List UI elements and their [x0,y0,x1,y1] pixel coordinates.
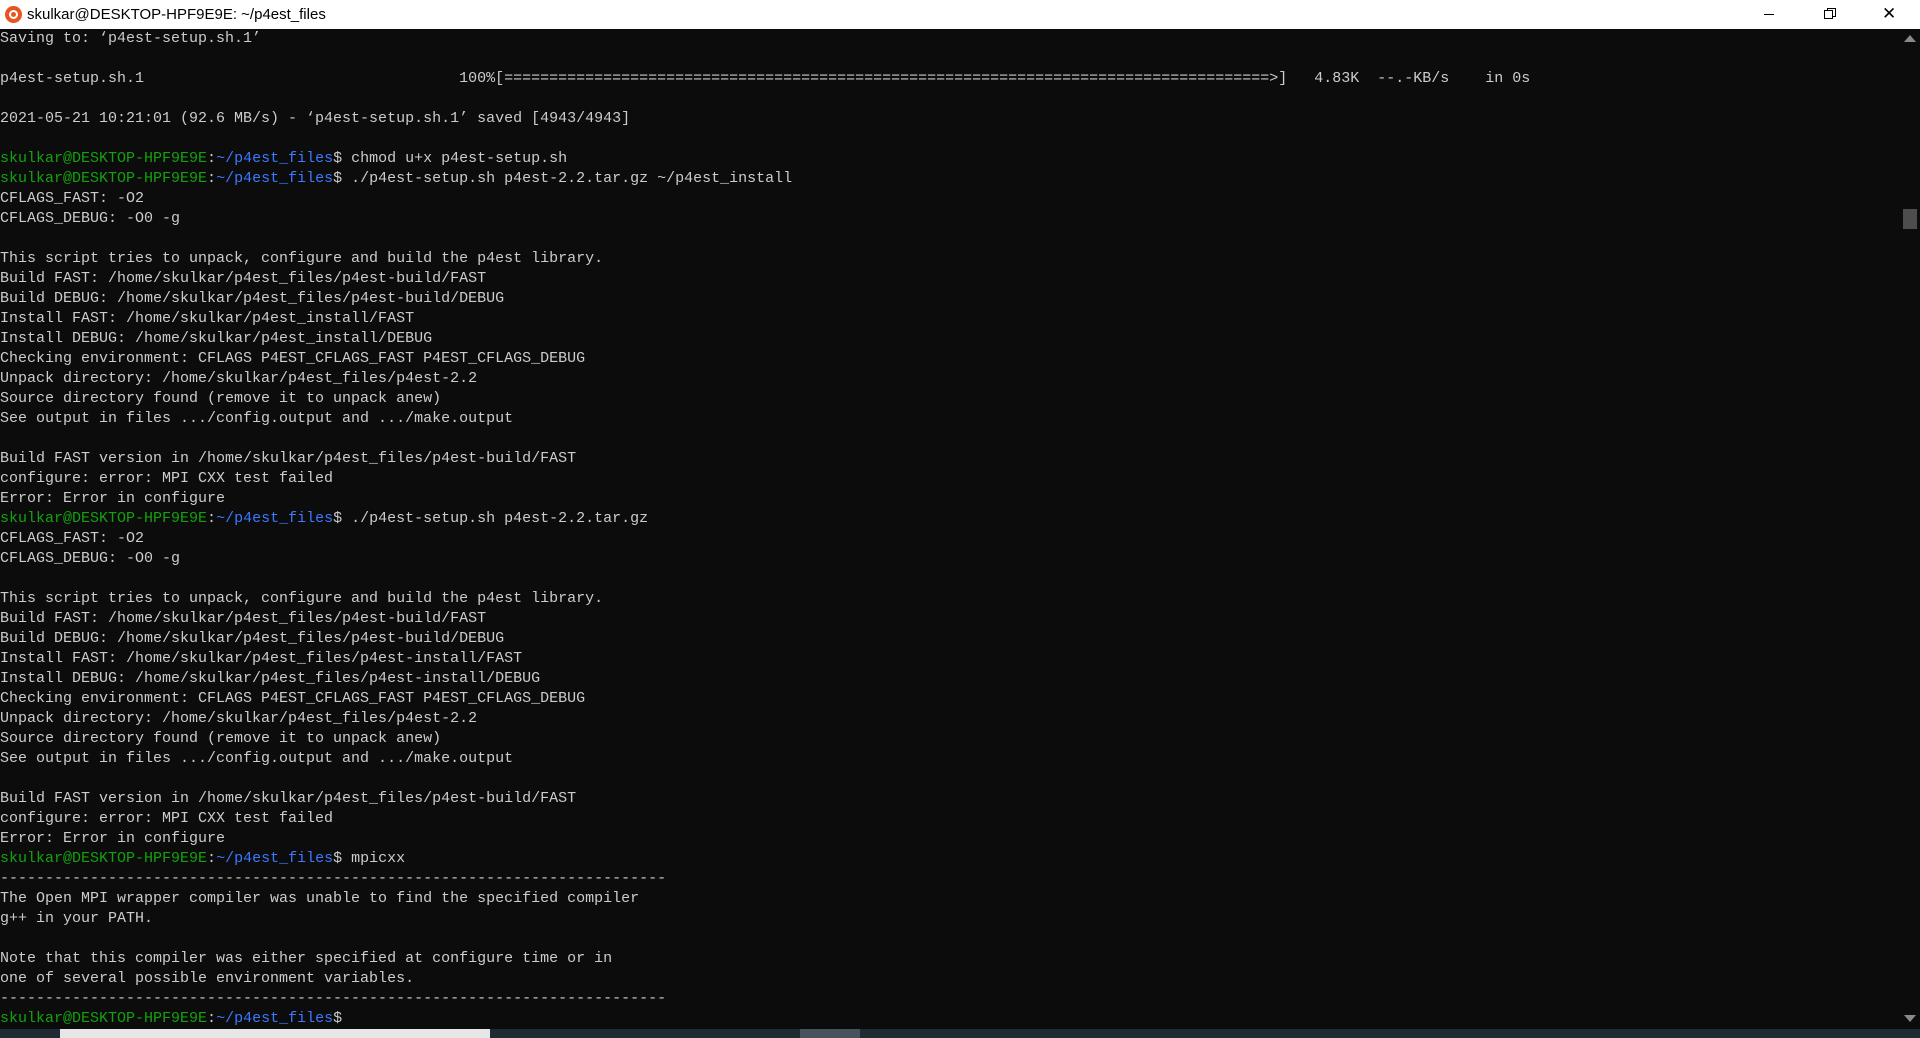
output-line: Saving to: ‘p4est-setup.sh.1’ [0,30,262,47]
output-line: Install DEBUG: /home/skulkar/p4est_files… [0,670,541,687]
output-line: Source directory found (remove it to unp… [0,390,442,407]
taskbar-strip [0,1029,1920,1038]
output-line: ----------------------------------------… [0,870,667,887]
prompt-path: ~/p4est_files [216,1010,334,1027]
output-line: Note that this compiler was either speci… [0,950,613,967]
output-line: Unpack directory: /home/skulkar/p4est_fi… [0,710,478,727]
prompt-user-host: skulkar@DESKTOP-HPF9E9E [0,510,208,527]
window-title: skulkar@DESKTOP-HPF9E9E: ~/p4est_files [27,6,326,23]
command-text: ./p4est-setup.sh p4est-2.2.tar.gz [351,510,649,527]
minimize-button[interactable] [1740,0,1798,29]
output-line: See output in files .../config.output an… [0,750,514,767]
command-text: chmod u+x p4est-setup.sh [351,150,568,167]
output-line: Build DEBUG: /home/skulkar/p4est_files/p… [0,630,505,647]
output-line: Build FAST version in /home/skulkar/p4es… [0,450,577,467]
prompt-separator: : [207,510,217,527]
prompt-line: skulkar@DESKTOP-HPF9E9E:~/p4est_files$ c… [0,149,1900,169]
output-line: This script tries to unpack, configure a… [0,250,604,267]
prompt-path: ~/p4est_files [216,170,334,187]
prompt-path: ~/p4est_files [216,510,334,527]
output-line: Build DEBUG: /home/skulkar/p4est_files/p… [0,290,505,307]
prompt-user-host: skulkar@DESKTOP-HPF9E9E [0,150,208,167]
output-line: p4est-setup.sh.1 100%[==================… [0,70,1531,87]
prompt-line: skulkar@DESKTOP-HPF9E9E:~/p4est_files$ .… [0,509,1900,529]
command-text: ./p4est-setup.sh p4est-2.2.tar.gz ~/p4es… [351,170,793,187]
taskbar-item[interactable] [800,1029,860,1038]
output-line: Install FAST: /home/skulkar/p4est_files/… [0,650,523,667]
terminal-output[interactable]: Saving to: ‘p4est-setup.sh.1’ p4est-setup… [0,29,1900,1029]
output-line: CFLAGS_DEBUG: -O0 -g [0,550,181,567]
output-line: one of several possible environment vari… [0,970,415,987]
prompt-symbol: $ [333,510,352,527]
output-line: ----------------------------------------… [0,990,667,1007]
vertical-scrollbar[interactable] [1900,29,1920,1029]
prompt-path: ~/p4est_files [216,150,334,167]
prompt-separator: : [207,850,217,867]
prompt-symbol: $ [333,850,352,867]
terminal-window: skulkar@DESKTOP-HPF9E9E: ~/p4est_files ✕… [0,0,1920,1038]
output-line: Checking environment: CFLAGS P4EST_CFLAG… [0,690,586,707]
output-line: 2021-05-21 10:21:01 (92.6 MB/s) - ‘p4est… [0,110,631,127]
prompt-path: ~/p4est_files [216,850,334,867]
prompt-line: skulkar@DESKTOP-HPF9E9E:~/p4est_files$ .… [0,169,1900,189]
taskbar-active-item[interactable] [60,1029,490,1038]
output-line: Checking environment: CFLAGS P4EST_CFLAG… [0,350,586,367]
prompt-symbol: $ [333,170,352,187]
prompt-user-host: skulkar@DESKTOP-HPF9E9E [0,170,208,187]
ubuntu-icon [5,6,22,23]
prompt-line: skulkar@DESKTOP-HPF9E9E:~/p4est_files$ [0,1009,1900,1029]
prompt-separator: : [207,150,217,167]
close-icon: ✕ [1882,4,1897,24]
output-line: Build FAST version in /home/skulkar/p4es… [0,790,577,807]
output-line: Error: Error in configure [0,490,226,507]
output-line: Install FAST: /home/skulkar/p4est_instal… [0,310,415,327]
prompt-symbol: $ [333,1010,352,1027]
output-line: configure: error: MPI CXX test failed [0,470,334,487]
output-line: g++ in your PATH. [0,910,154,927]
output-line: Install DEBUG: /home/skulkar/p4est_insta… [0,330,433,347]
output-line: Build FAST: /home/skulkar/p4est_files/p4… [0,610,487,627]
output-line: Build FAST: /home/skulkar/p4est_files/p4… [0,270,487,287]
prompt-user-host: skulkar@DESKTOP-HPF9E9E [0,1010,208,1027]
output-line: The Open MPI wrapper compiler was unable… [0,890,640,907]
output-line: Source directory found (remove it to unp… [0,730,442,747]
prompt-line: skulkar@DESKTOP-HPF9E9E:~/p4est_files$ m… [0,849,1900,869]
title-bar[interactable]: skulkar@DESKTOP-HPF9E9E: ~/p4est_files ✕ [0,0,1920,29]
output-line: Error: Error in configure [0,830,226,847]
output-line: CFLAGS_FAST: -O2 [0,530,145,547]
restore-button[interactable] [1800,0,1858,29]
output-line: CFLAGS_FAST: -O2 [0,190,145,207]
output-line: Unpack directory: /home/skulkar/p4est_fi… [0,370,478,387]
prompt-user-host: skulkar@DESKTOP-HPF9E9E [0,850,208,867]
scroll-up-arrow-icon[interactable] [1904,35,1916,42]
output-line: configure: error: MPI CXX test failed [0,810,334,827]
minimize-icon [1764,14,1774,15]
output-line: This script tries to unpack, configure a… [0,590,604,607]
prompt-separator: : [207,170,217,187]
output-line: CFLAGS_DEBUG: -O0 -g [0,210,181,227]
scrollbar-thumb[interactable] [1903,209,1917,229]
close-button[interactable]: ✕ [1860,0,1918,29]
output-line: See output in files .../config.output an… [0,410,514,427]
prompt-symbol: $ [333,150,352,167]
prompt-separator: : [207,1010,217,1027]
scroll-down-arrow-icon[interactable] [1904,1015,1916,1022]
command-text: mpicxx [351,850,406,867]
